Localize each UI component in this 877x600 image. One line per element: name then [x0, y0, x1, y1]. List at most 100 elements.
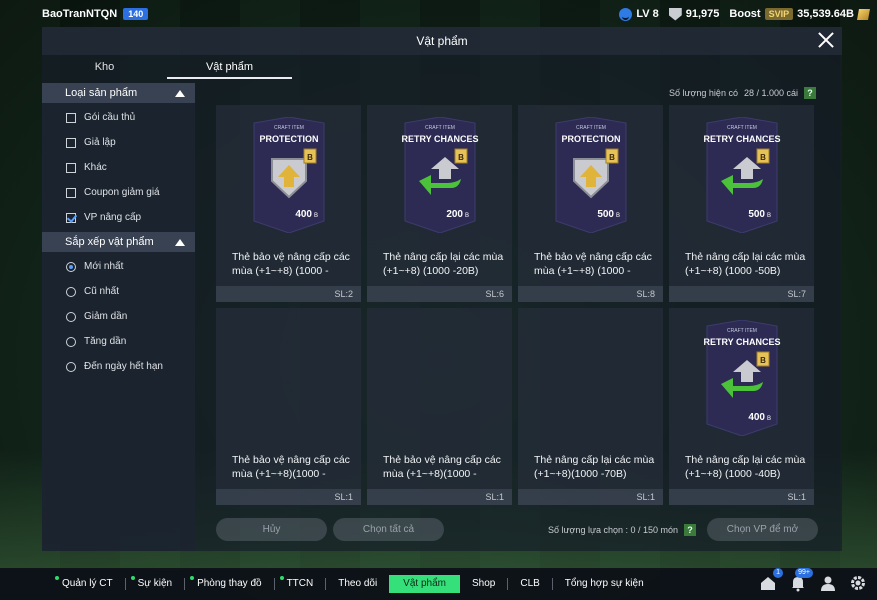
- art-value: 200: [446, 209, 463, 220]
- retry-chances-card-art: CRAFT ITEM RETRY CHANCES B 200 B: [401, 116, 479, 234]
- item-name: Thẻ bảo vệ nâng cấp các mùa (+1~+8)(1000…: [232, 454, 350, 480]
- type-section-header[interactable]: Loại sản phẩm: [42, 83, 195, 103]
- item-card[interactable]: CRAFT ITEM RETRY CHANCES B 400 B Thẻ nâng cấp…: [669, 308, 814, 505]
- nav-icon-group: 1 99+: [759, 568, 867, 592]
- bottom-nav: Quản lý CT Sự kiện Phòng thay đồ TTCN Th…: [0, 568, 877, 600]
- modal-header: Vật phẩm: [42, 27, 842, 55]
- item-card[interactable]: Thẻ bảo vệ nâng cấp các mùa (+1~+8)(1000…: [216, 308, 361, 505]
- art-title: PROTECTION: [561, 134, 620, 144]
- nav-ttcn[interactable]: TTCN: [275, 575, 326, 593]
- nav-theo-doi[interactable]: Theo dõi: [326, 575, 389, 593]
- radio[interactable]: [66, 361, 76, 372]
- radio[interactable]: [66, 311, 76, 322]
- sort-option-moi-nhat[interactable]: Mới nhất: [42, 254, 195, 279]
- art-unit: B: [314, 213, 318, 219]
- option-label: Giả lập: [84, 137, 116, 148]
- count-value: 28 / 1.000 cái: [743, 88, 798, 98]
- item-quantity: SL:6: [367, 286, 512, 302]
- checkbox[interactable]: [66, 112, 76, 123]
- sort-options: Mới nhất Cũ nhất Giảm dần Tăng dần Đến n…: [42, 252, 195, 379]
- radio-selected[interactable]: [66, 261, 76, 272]
- filter-option-khac[interactable]: Khác: [42, 155, 195, 180]
- item-name: Thẻ bảo vệ nâng cấp các mùa (+1~+8) (100…: [232, 251, 350, 277]
- art-value: 400: [748, 412, 765, 423]
- bell-icon[interactable]: 99+: [789, 568, 813, 592]
- item-name: Thẻ nâng cấp lại các mùa (+1~+8) (1000 -…: [383, 251, 504, 277]
- item-quantity: SL:1: [216, 489, 361, 505]
- art-title: RETRY CHANCES: [401, 134, 478, 144]
- stats-bar: LV 8 91,975 Boost SVIP 35,539.64B: [619, 7, 870, 21]
- nav-su-kien[interactable]: Sự kiện: [126, 575, 185, 593]
- craft-label: CRAFT ITEM: [576, 125, 606, 131]
- home-badge: 1: [773, 568, 783, 578]
- count-label: Số lượng hiện có: [668, 88, 738, 98]
- radio[interactable]: [66, 336, 76, 347]
- tab-vat-pham[interactable]: Vật phẩm: [167, 55, 292, 79]
- selection-count: Số lượng lựa chọn : 0 / 150 món ?: [548, 524, 697, 536]
- top-bar: BaoTranNTQN 140 LV 8 91,975 Boost SVIP 3…: [0, 0, 877, 28]
- retry-chances-card-art: CRAFT ITEM RETRY CHANCES B 500 B: [703, 116, 781, 234]
- modal-title: Vật phẩm: [416, 34, 468, 48]
- nav-shop[interactable]: Shop: [460, 575, 507, 593]
- home-icon[interactable]: 1: [759, 568, 783, 592]
- checkbox[interactable]: [66, 162, 76, 173]
- help-icon[interactable]: ?: [684, 524, 697, 536]
- radio[interactable]: [66, 286, 76, 297]
- filter-option-coupon[interactable]: Coupon giảm giá: [42, 180, 195, 205]
- art-unit: B: [465, 213, 469, 219]
- checkbox[interactable]: [66, 137, 76, 148]
- item-quantity: SL:2: [216, 286, 361, 302]
- filter-option-goi-cau-thu[interactable]: Gói cầu thủ: [42, 105, 195, 130]
- item-quantity: SL:1: [367, 489, 512, 505]
- nav-clb[interactable]: CLB: [508, 575, 551, 593]
- inventory-count: Số lượng hiện có 28 / 1.000 cái ?: [669, 87, 816, 99]
- help-icon[interactable]: ?: [804, 87, 816, 99]
- art-unit: B: [616, 213, 620, 219]
- option-label: Mới nhất: [84, 261, 124, 272]
- sort-section-header[interactable]: Sắp xếp vật phẩm: [42, 232, 195, 252]
- close-icon[interactable]: [816, 30, 836, 50]
- sort-option-tang-dan[interactable]: Tăng dần: [42, 329, 195, 354]
- art-value: 500: [748, 209, 765, 220]
- item-card[interactable]: CRAFT ITEM RETRY CHANCES B 500 B Thẻ nâng cấp…: [669, 105, 814, 302]
- settings-gear-icon[interactable]: [849, 574, 867, 592]
- craft-label: CRAFT ITEM: [425, 125, 455, 131]
- filter-option-vp-nang-cap[interactable]: VP nâng cấp: [42, 205, 195, 230]
- collapse-arrow-icon: [175, 89, 185, 97]
- item-name: Thẻ nâng cấp lại các mùa (+1~+8) (1000 -…: [685, 454, 806, 480]
- select-all-button[interactable]: Chọn tất cả: [333, 518, 444, 541]
- nav-tong-hop-su-kien[interactable]: Tổng hợp sự kiện: [553, 575, 656, 593]
- item-card[interactable]: Thẻ nâng cấp lại các mùa (+1~+8)(1000 -7…: [518, 308, 663, 505]
- nav-quan-ly-ct[interactable]: Quản lý CT: [50, 575, 125, 593]
- item-card[interactable]: CRAFT ITEM PROTECTION B 500 B Thẻ bảo vệ nâng…: [518, 105, 663, 302]
- tab-kho[interactable]: Kho: [42, 55, 167, 79]
- option-label: Khác: [84, 162, 107, 173]
- checkbox[interactable]: [66, 187, 76, 198]
- sort-option-giam-dan[interactable]: Giảm dần: [42, 304, 195, 329]
- item-card[interactable]: CRAFT ITEM RETRY CHANCES B 200 B Thẻ nâng cấp…: [367, 105, 512, 302]
- craft-label: CRAFT ITEM: [274, 125, 304, 131]
- item-name: Thẻ nâng cấp lại các mùa (+1~+8) (1000 -…: [685, 251, 806, 277]
- nav-vat-pham[interactable]: Vật phẩm: [389, 575, 460, 593]
- art-value: 400: [295, 209, 312, 220]
- sort-option-cu-nhat[interactable]: Cũ nhất: [42, 279, 195, 304]
- checkbox-checked[interactable]: [66, 212, 76, 223]
- points-value: 91,975: [685, 8, 720, 20]
- item-name: Thẻ bảo vệ nâng cấp các mùa (+1~+8) (100…: [534, 251, 652, 277]
- filter-sidebar: Loại sản phẩm Gói cầu thủ Giả lập Khác C…: [42, 83, 195, 551]
- sort-option-het-han[interactable]: Đến ngày hết hạn: [42, 354, 195, 379]
- item-name: Thẻ nâng cấp lại các mùa (+1~+8)(1000 -7…: [534, 454, 655, 480]
- option-label: Cũ nhất: [84, 286, 120, 297]
- protection-card-art: CRAFT ITEM PROTECTION B 400 B: [250, 116, 328, 234]
- filter-option-gia-lap[interactable]: Giả lập: [42, 130, 195, 155]
- cancel-button[interactable]: Hủy: [216, 518, 327, 541]
- item-card[interactable]: Thẻ bảo vệ nâng cấp các mùa (+1~+8)(1000…: [367, 308, 512, 505]
- retry-chances-card-art: CRAFT ITEM RETRY CHANCES B 400 B: [703, 319, 781, 437]
- level-badge: 140: [123, 8, 149, 20]
- art-value: 500: [597, 209, 614, 220]
- option-label: Tăng dần: [84, 336, 127, 347]
- profile-icon[interactable]: [819, 574, 837, 592]
- nav-phong-thay-do[interactable]: Phòng thay đồ: [185, 575, 274, 593]
- item-card[interactable]: CRAFT ITEM PROTECTION B 400 B Thẻ bảo vệ nâng…: [216, 105, 361, 302]
- open-item-button[interactable]: Chọn VP để mở: [707, 518, 818, 541]
